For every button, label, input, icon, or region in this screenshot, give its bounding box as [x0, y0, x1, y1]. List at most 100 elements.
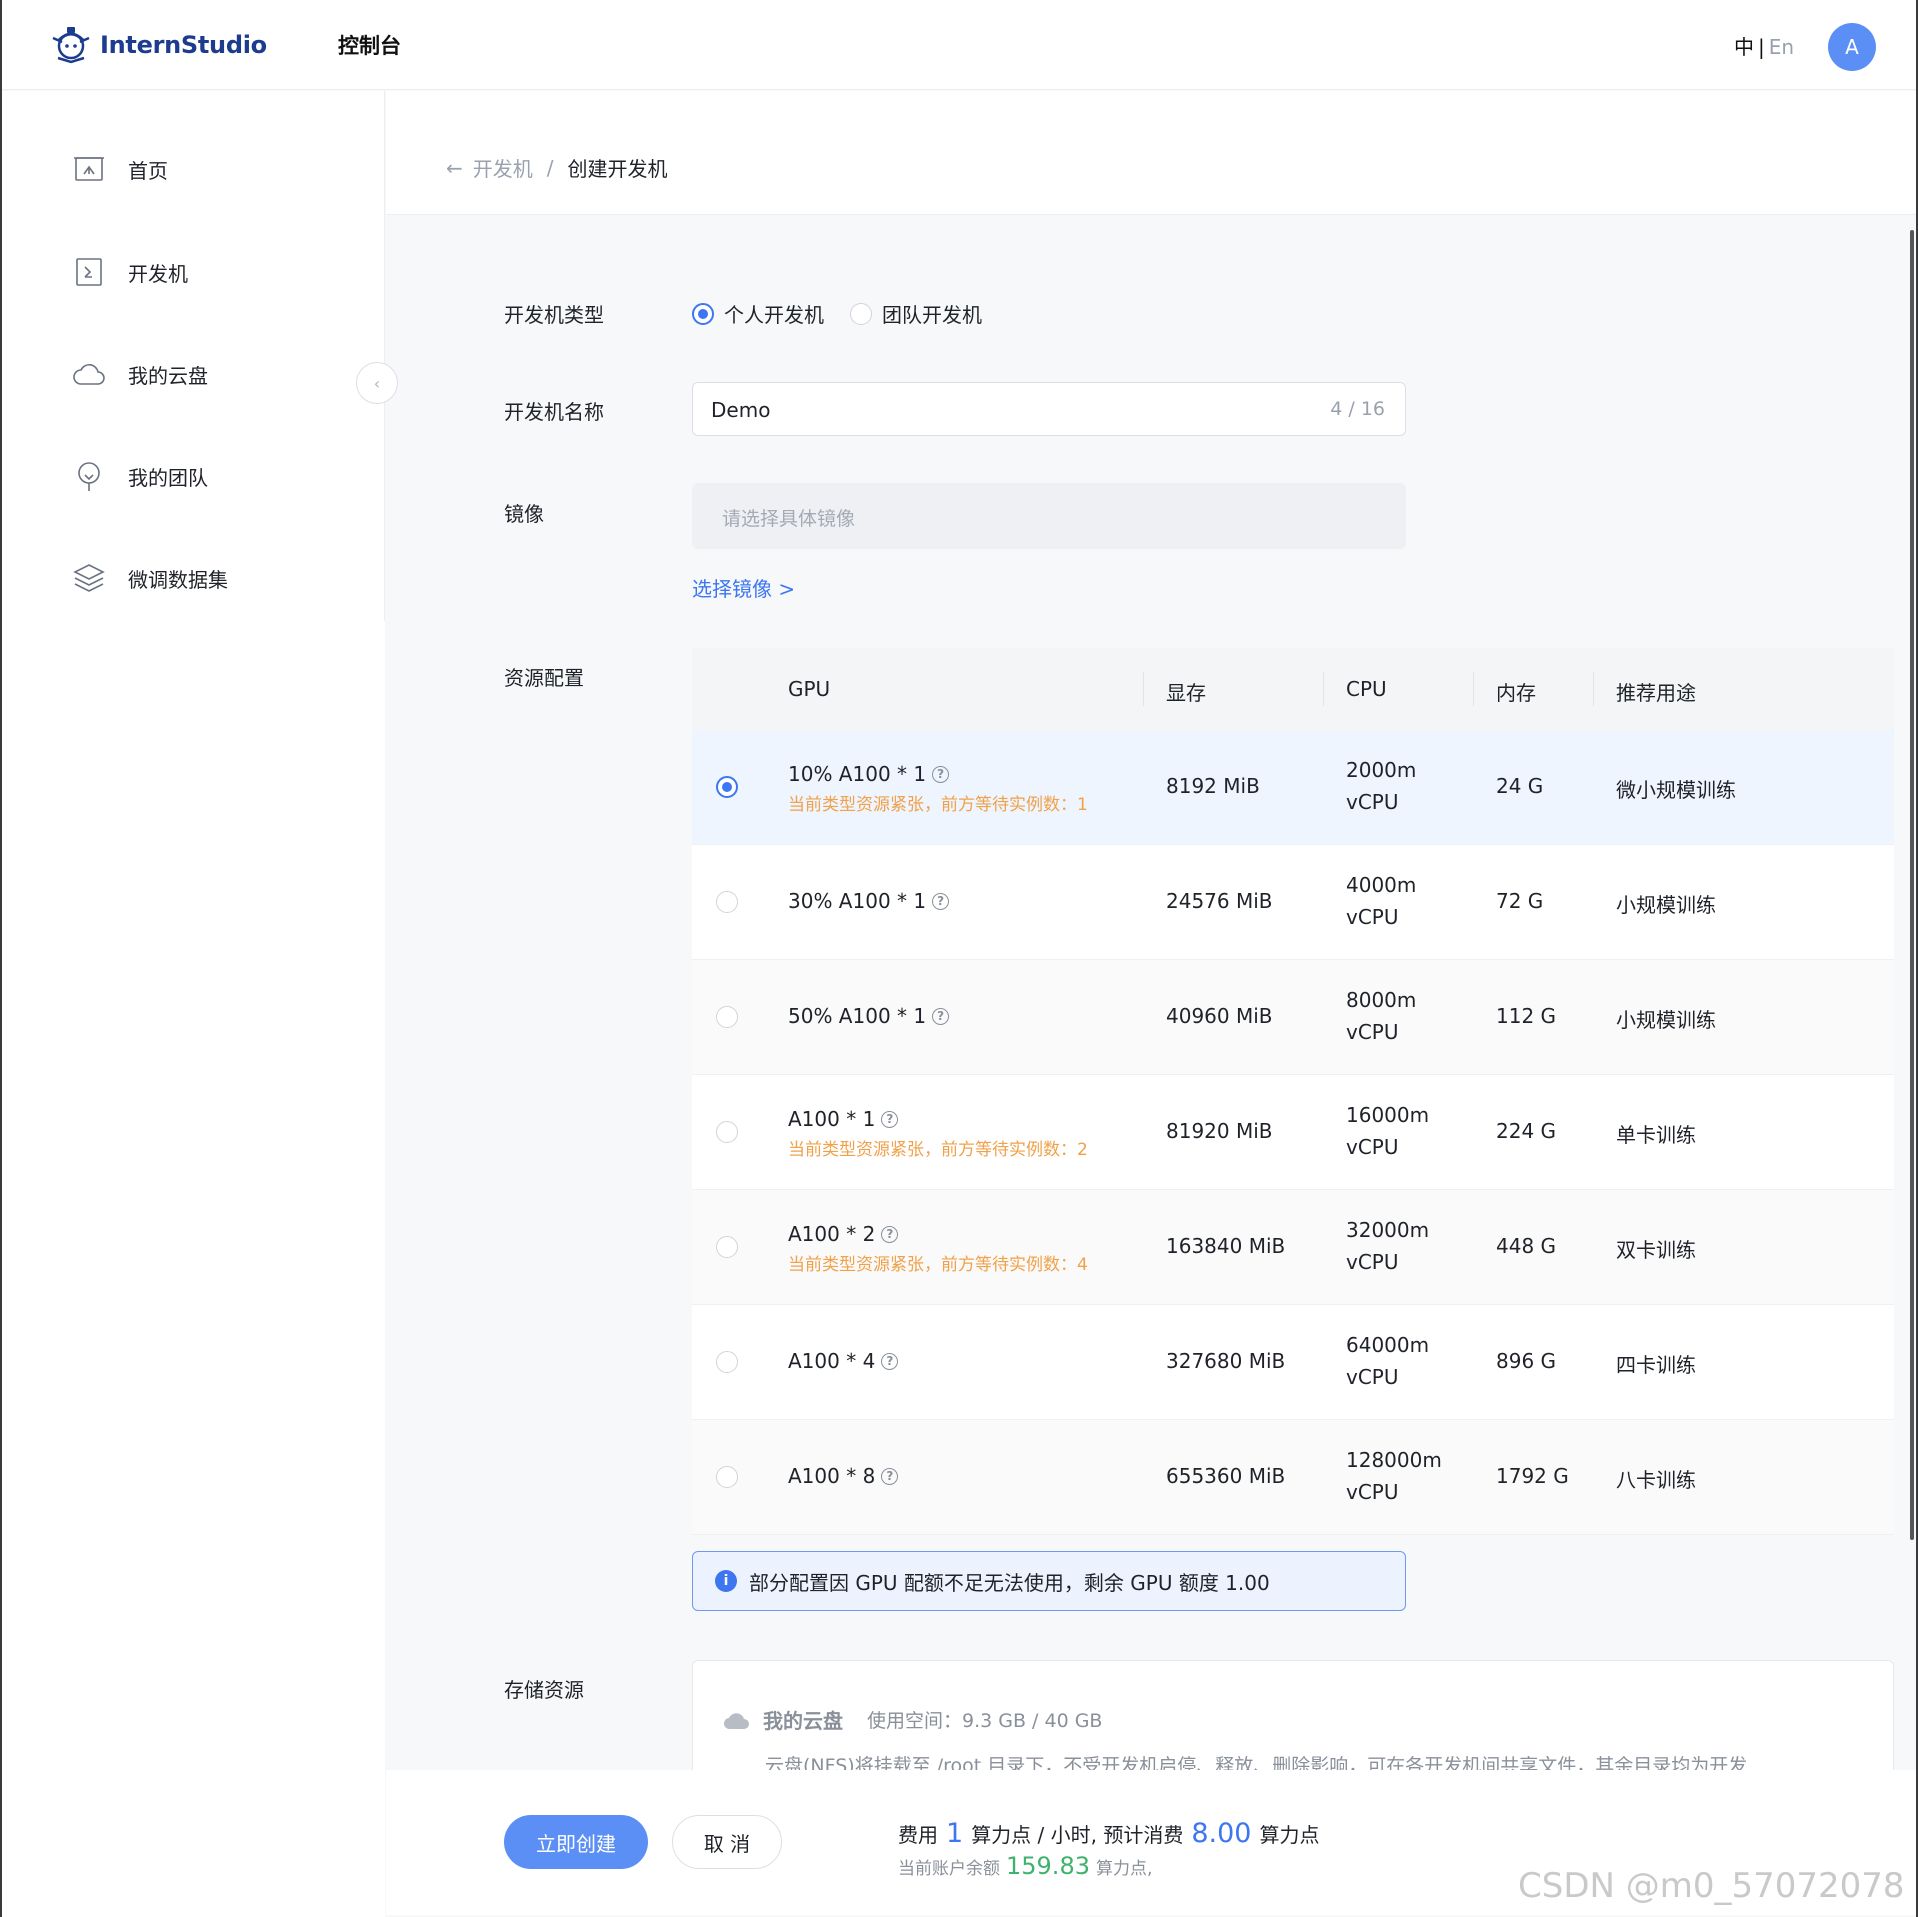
sidebar-item-team[interactable]: 我的团队 [72, 459, 208, 493]
notice-text: 部分配置因 GPU 配额不足无法使用，剩余 GPU 额度 1.00 [749, 1570, 1270, 1595]
cpu-unit: vCPU [1346, 905, 1399, 929]
machine-name-input[interactable]: Demo 4 / 16 [692, 382, 1406, 436]
column-header-vram: 显存 [1166, 681, 1206, 705]
user-avatar[interactable]: A [1828, 23, 1876, 71]
help-icon[interactable]: ? [881, 1110, 899, 1128]
row-radio[interactable] [716, 1351, 738, 1373]
help-icon[interactable]: ? [881, 1352, 899, 1370]
sidebar-item-devmachine[interactable]: 开发机 [72, 255, 188, 289]
cpu-cell: 16000m vCPU [1346, 1099, 1429, 1163]
row-radio[interactable] [716, 891, 738, 913]
cpu-value: 8000m [1346, 988, 1417, 1012]
table-row[interactable]: A100 * 1? 当前类型资源紧张，前方等待实例数：2 81920 MiB 1… [692, 1075, 1894, 1190]
table-row[interactable]: 50% A100 * 1? 40960 MiB 8000m vCPU 112 G … [692, 960, 1894, 1075]
queue-warning: 当前类型资源紧张，前方等待实例数：2 [788, 1140, 1088, 1160]
machine-type-label: 开发机类型 [504, 303, 604, 327]
radio-button[interactable] [850, 302, 872, 325]
column-header-usage: 推荐用途 [1616, 681, 1696, 705]
cpu-unit: vCPU [1346, 1135, 1399, 1159]
column-divider [1593, 672, 1594, 706]
page-scrollbar[interactable] [1910, 230, 1914, 1540]
image-select-input[interactable]: 请选择具体镜像 [692, 483, 1406, 549]
storage-label: 存储资源 [504, 1678, 584, 1702]
cpu-cell: 64000m vCPU [1346, 1329, 1429, 1393]
sidebar-item-datasets[interactable]: 微调数据集 [72, 561, 228, 595]
breadcrumb: ← 开发机 / 创建开发机 [446, 153, 668, 182]
lang-zh-option[interactable]: 中 [1734, 35, 1754, 59]
radio-team-machine[interactable]: 团队开发机 [850, 299, 982, 328]
sidebar-item-label: 首页 [128, 158, 168, 183]
sidebar-item-home[interactable]: 首页 [72, 152, 168, 186]
watermark: CSDN @m0_57072078 [1518, 1866, 1905, 1906]
internstudio-logo[interactable]: InternStudio [50, 24, 267, 66]
help-icon[interactable]: ? [932, 1007, 950, 1025]
lang-en-option[interactable]: En [1769, 35, 1794, 59]
cpu-value: 32000m [1346, 1218, 1430, 1242]
storage-usage: 使用空间：9.3 GB / 40 GB [867, 1710, 1103, 1732]
resource-config-label: 资源配置 [504, 666, 584, 690]
cancel-button[interactable]: 取 消 [672, 1815, 782, 1869]
select-image-link[interactable]: 选择镜像 > [692, 573, 795, 602]
column-header-memory: 内存 [1496, 681, 1536, 705]
help-icon[interactable]: ? [932, 892, 950, 910]
fee-summary: 费用 1 算力点 / 小时, 预计消费 8.00 算力点 [898, 1818, 1319, 1849]
help-icon[interactable]: ? [881, 1467, 899, 1485]
column-divider [1473, 672, 1474, 706]
gpu-name: 50% A100 * 1 [788, 1004, 927, 1028]
image-label: 镜像 [504, 502, 544, 526]
table-row[interactable]: A100 * 4? 327680 MiB 64000m vCPU 896 G 四卡… [692, 1305, 1894, 1420]
storage-card: 我的云盘 使用空间：9.3 GB / 40 GB 云盘(NFS)将挂载至 /ro… [692, 1660, 1894, 1770]
layers-icon [73, 564, 105, 592]
lang-separator: | [1758, 35, 1765, 59]
help-icon[interactable]: ? [881, 1225, 899, 1243]
resource-table: GPU 显存 CPU 内存 推荐用途 10% A100 * 1? 当前类型资源紧… [692, 648, 1894, 1535]
cpu-value: 2000m [1346, 758, 1417, 782]
table-row[interactable]: 30% A100 * 1? 24576 MiB 4000m vCPU 72 G 小… [692, 845, 1894, 960]
column-header-cpu: CPU [1346, 677, 1387, 701]
table-row[interactable]: 10% A100 * 1? 当前类型资源紧张，前方等待实例数：1 8192 Mi… [692, 730, 1894, 845]
fee-label: 费用 [898, 1823, 938, 1847]
column-header-gpu: GPU [788, 677, 831, 701]
usage-cell: 单卡训练 [1616, 1123, 1696, 1147]
radio-personal-machine[interactable]: 个人开发机 [692, 299, 824, 328]
home-icon [74, 157, 104, 181]
usage-cell: 小规模训练 [1616, 893, 1716, 917]
row-radio[interactable] [716, 1236, 738, 1258]
sidebar-divider [384, 91, 385, 621]
sidebar-item-label: 微调数据集 [128, 567, 228, 592]
language-switch: 中 | En [1734, 31, 1794, 60]
memory-cell: 112 G [1496, 1004, 1557, 1028]
gpu-cell: A100 * 4? [788, 1349, 899, 1373]
top-header: InternStudio 控制台 中 | En A [0, 0, 1918, 90]
cpu-unit: vCPU [1346, 1020, 1399, 1044]
account-balance: 当前账户余额 159.83 算力点, [898, 1852, 1152, 1880]
image-placeholder: 请选择具体镜像 [722, 508, 856, 530]
row-radio[interactable] [716, 1466, 738, 1488]
breadcrumb-parent-link[interactable]: 开发机 [473, 153, 533, 182]
vram-cell: 8192 MiB [1166, 774, 1260, 798]
row-radio[interactable] [716, 1121, 738, 1143]
vram-cell: 163840 MiB [1166, 1234, 1286, 1258]
gpu-cell: 30% A100 * 1? [788, 889, 950, 913]
table-row[interactable]: A100 * 8? 655360 MiB 128000m vCPU 1792 G … [692, 1420, 1894, 1535]
team-icon [78, 462, 100, 491]
back-arrow-icon[interactable]: ← [446, 156, 463, 180]
gpu-name: A100 * 8 [788, 1464, 876, 1488]
row-radio[interactable] [716, 1006, 738, 1028]
usage-cell: 四卡训练 [1616, 1353, 1696, 1377]
row-radio-checked[interactable] [716, 776, 738, 798]
table-row[interactable]: A100 * 2? 当前类型资源紧张，前方等待实例数：4 163840 MiB … [692, 1190, 1894, 1305]
help-icon[interactable]: ? [932, 765, 950, 783]
gpu-name: A100 * 4 [788, 1349, 876, 1373]
sidebar-item-cloud-disk[interactable]: 我的云盘 [72, 357, 208, 391]
usage-cell: 微小规模训练 [1616, 778, 1736, 802]
radio-button-checked[interactable] [692, 302, 714, 325]
usage-cell: 八卡训练 [1616, 1468, 1696, 1492]
balance-unit: 算力点, [1095, 1859, 1153, 1879]
sidebar-collapse-button[interactable]: ‹ [356, 362, 398, 404]
fee-unit: 算力点 / 小时, 预计消费 [971, 1823, 1184, 1847]
radio-label: 团队开发机 [882, 303, 982, 327]
create-now-button[interactable]: 立即创建 [504, 1815, 648, 1869]
sidebar-item-label: 开发机 [128, 261, 188, 286]
console-title[interactable]: 控制台 [338, 30, 401, 60]
